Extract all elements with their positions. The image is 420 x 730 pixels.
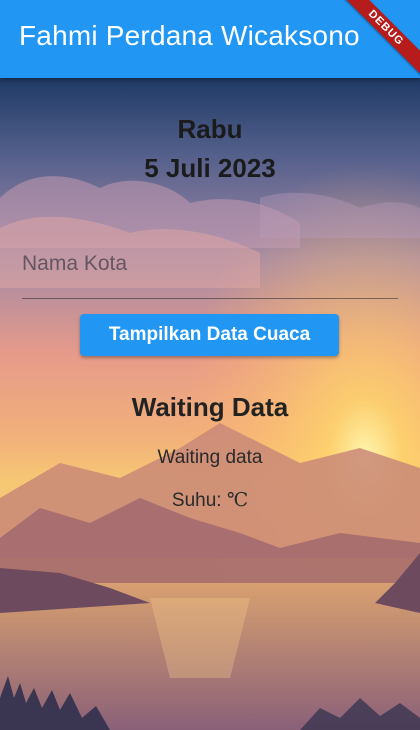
weather-title: Waiting Data xyxy=(131,392,289,422)
temperature-label: Suhu: xyxy=(171,490,222,511)
weather-description: Waiting data xyxy=(157,447,263,468)
show-weather-button[interactable]: Tampilkan Data Cuaca xyxy=(80,314,339,356)
main-content: Rabu 5 Juli 2023 Tampilkan Data Cuaca Wa… xyxy=(0,78,420,730)
current-date: 5 Juli 2023 xyxy=(144,153,276,183)
city-input[interactable] xyxy=(22,242,398,286)
temperature-line: Suhu: ℃ xyxy=(0,489,420,512)
day-name: Rabu xyxy=(177,114,243,144)
app-title: Fahmi Perdana Wicaksono xyxy=(19,20,360,51)
city-field xyxy=(22,238,398,299)
app-bar: Fahmi Perdana Wicaksono xyxy=(0,0,420,78)
temperature-unit: ℃ xyxy=(226,489,249,511)
